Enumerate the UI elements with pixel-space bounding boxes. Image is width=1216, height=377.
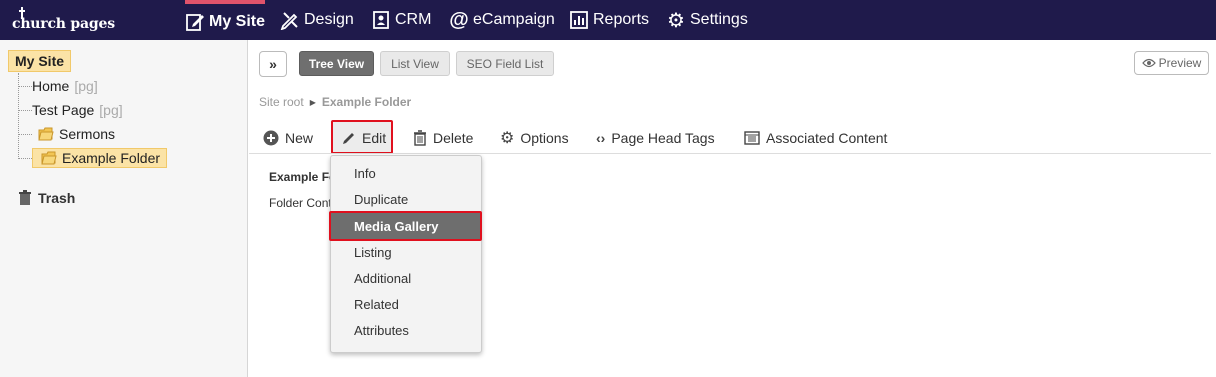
- church-pages-logo[interactable]: church pages: [12, 0, 115, 40]
- nav-settings[interactable]: ⚙ Settings: [666, 0, 748, 40]
- nav-label: eCampaign: [473, 11, 555, 28]
- nav-label: CRM: [395, 11, 432, 28]
- sidebar-root-my-site[interactable]: My Site: [8, 50, 72, 72]
- contacts-icon: [371, 10, 391, 30]
- breadcrumb-root[interactable]: Site root: [259, 95, 304, 109]
- tree-connector: [18, 85, 32, 87]
- preview-label: Preview: [1158, 56, 1202, 70]
- nav-label: Reports: [593, 11, 650, 28]
- media-gallery-callout-box: [329, 211, 482, 241]
- options-label: Options: [520, 130, 569, 146]
- edit-button[interactable]: Edit: [341, 124, 386, 152]
- edit-label: Edit: [362, 130, 387, 146]
- list-columns-icon: [744, 131, 760, 145]
- trash-icon: [414, 130, 426, 146]
- folder-icon: [38, 127, 54, 141]
- page-head-tags-label: Page Head Tags: [611, 130, 715, 146]
- preview-button[interactable]: Preview: [1134, 51, 1209, 75]
- folder-icon: [41, 151, 57, 165]
- new-label: New: [285, 130, 314, 146]
- sidebar-item-label: Home: [32, 78, 70, 94]
- edit-page-icon: [185, 12, 205, 32]
- menu-item-info[interactable]: Info: [331, 160, 481, 186]
- menu-item-attributes[interactable]: Attributes: [331, 317, 481, 343]
- page-type-tag: [pg]: [74, 78, 98, 94]
- sidebar-item-label: Sermons: [59, 126, 116, 142]
- bar-chart-icon: [569, 10, 589, 30]
- double-chevron-right-icon: »: [269, 56, 277, 72]
- options-button[interactable]: ⚙ Options: [500, 124, 569, 152]
- breadcrumb: Site root ▶ Example Folder: [259, 95, 411, 109]
- code-brackets-icon: ‹›: [596, 130, 606, 146]
- list-view-button[interactable]: List View: [380, 51, 450, 76]
- plus-circle-icon: [263, 130, 279, 146]
- associated-content-label: Associated Content: [766, 130, 888, 146]
- top-nav: church pages My Site Design CRM @ eCampa…: [0, 0, 1216, 40]
- logo-text: church pages: [12, 16, 115, 32]
- sidebar-item-label: Example Folder: [62, 150, 161, 166]
- content-title: Example Fo: [269, 170, 337, 184]
- breadcrumb-current: Example Folder: [321, 95, 412, 109]
- sidebar-item-test-page[interactable]: Test Page [pg]: [18, 100, 123, 120]
- nav-design[interactable]: Design: [280, 0, 354, 40]
- delete-button[interactable]: Delete: [413, 124, 473, 152]
- sidebar: My Site Home [pg] Test Page [pg] Sermons…: [0, 40, 248, 377]
- trash-label: Trash: [38, 190, 76, 206]
- expand-sidebar-button[interactable]: »: [259, 51, 287, 77]
- associated-content-button[interactable]: Associated Content: [744, 124, 887, 152]
- sidebar-trash[interactable]: Trash: [18, 188, 75, 208]
- page-type-tag: [pg]: [99, 102, 123, 118]
- sidebar-item-example-folder[interactable]: Example Folder: [18, 148, 168, 168]
- sidebar-item-sermons[interactable]: Sermons: [18, 124, 115, 144]
- steeple-icon: [19, 7, 25, 19]
- menu-item-listing[interactable]: Listing: [331, 239, 481, 265]
- breadcrumb-separator-icon: ▶: [309, 97, 316, 107]
- tree-connector: [18, 157, 32, 159]
- tree-connector: [18, 109, 32, 111]
- nav-label: My Site: [209, 13, 266, 30]
- menu-item-related[interactable]: Related: [331, 291, 481, 317]
- menu-item-duplicate[interactable]: Duplicate: [331, 186, 481, 212]
- action-toolbar: New Edit Delete ⚙ Options ‹› Page Head T…: [249, 124, 1211, 154]
- menu-item-additional[interactable]: Additional: [331, 265, 481, 291]
- tree-connector: [18, 133, 32, 135]
- nav-reports[interactable]: Reports: [569, 0, 649, 40]
- pencil-icon: [343, 132, 354, 144]
- tree-view-button[interactable]: Tree View: [299, 51, 374, 76]
- delete-label: Delete: [433, 130, 474, 146]
- content-subtitle: Folder Cont: [269, 196, 332, 210]
- gear-icon: ⚙: [667, 9, 685, 32]
- page-head-tags-button[interactable]: ‹› Page Head Tags: [596, 124, 715, 152]
- trash-can-icon: [19, 190, 31, 205]
- nav-ecampaign[interactable]: @ eCampaign: [449, 0, 555, 40]
- nav-crm[interactable]: CRM: [371, 0, 431, 40]
- seo-field-list-button[interactable]: SEO Field List: [456, 51, 554, 76]
- sidebar-item-home[interactable]: Home [pg]: [18, 76, 98, 96]
- nav-label: Design: [304, 11, 354, 28]
- eye-icon: [1141, 58, 1156, 68]
- sidebar-item-label: Test Page: [32, 102, 95, 118]
- nav-label: Settings: [690, 11, 748, 28]
- edit-dropdown-menu: Info Duplicate Media Gallery Listing Add…: [330, 155, 482, 353]
- design-tools-icon: [280, 10, 300, 30]
- nav-my-site[interactable]: My Site: [185, 0, 266, 40]
- at-sign-icon: @: [449, 8, 469, 31]
- selected-item-highlight: Example Folder: [32, 148, 168, 168]
- gear-icon: ⚙: [500, 130, 515, 147]
- new-button[interactable]: New: [263, 124, 313, 152]
